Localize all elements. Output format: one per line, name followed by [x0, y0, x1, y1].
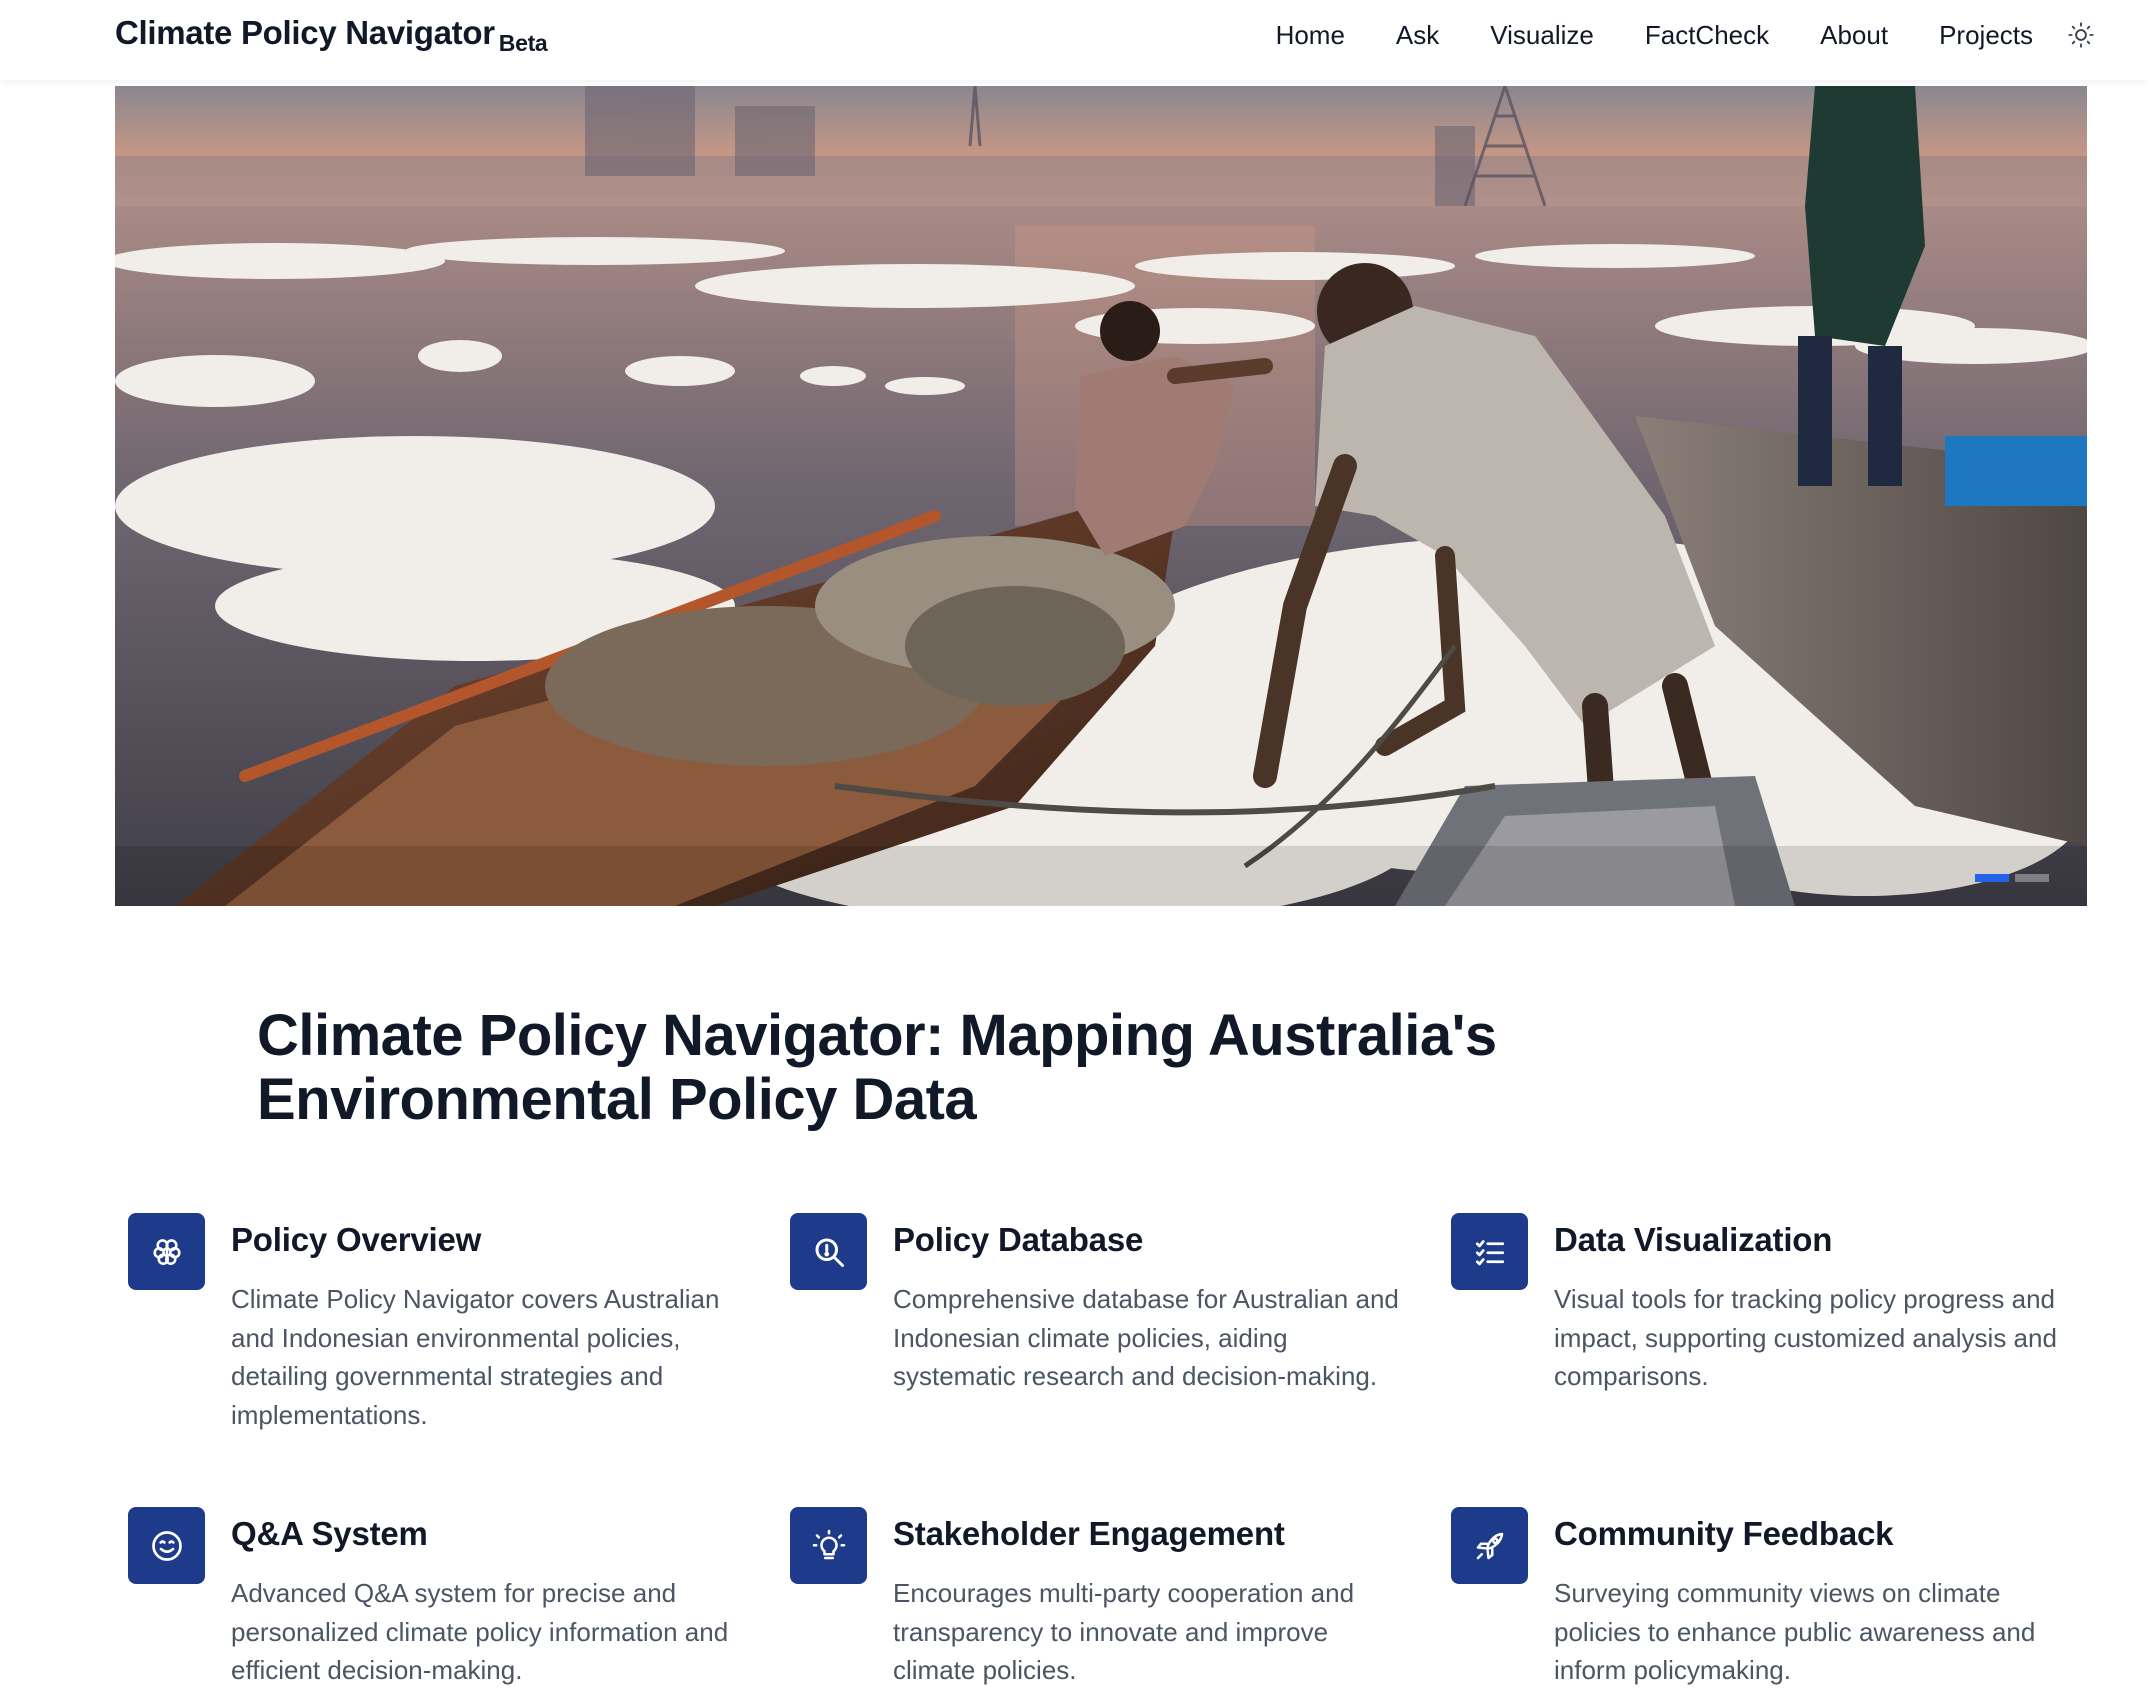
feature-title: Community Feedback	[1554, 1515, 1894, 1552]
feature-description: Visual tools for tracking policy progres…	[1554, 1284, 2057, 1391]
feature-icon-box	[128, 1507, 205, 1584]
hero-image	[115, 86, 2087, 906]
feature-description: Comprehensive database for Australian an…	[893, 1284, 1399, 1391]
feature-title: Policy Database	[893, 1221, 1144, 1258]
feature-description: Climate Policy Navigator covers Australi…	[231, 1284, 720, 1430]
lightbulb-icon	[812, 1529, 845, 1559]
carousel-dot-1[interactable]	[1975, 874, 2009, 882]
top-nav-bar: Climate Policy Navigator Beta Home Ask Vi…	[0, 0, 2148, 80]
theme-toggle-button[interactable]	[2064, 18, 2098, 52]
feature-icon-box	[790, 1507, 867, 1584]
search-icon	[815, 1238, 844, 1267]
feature-title: Data Visualization	[1554, 1221, 1833, 1258]
main-nav: Home Ask Visualize FactCheck About Proje…	[1276, 0, 2033, 70]
nav-home[interactable]: Home	[1276, 20, 1345, 51]
feature-description: Encourages multi-party cooperation and t…	[893, 1578, 1355, 1685]
nav-visualize[interactable]: Visualize	[1490, 20, 1594, 51]
brain-icon	[152, 1238, 181, 1265]
sun-icon	[2068, 22, 2094, 48]
page-headline: Climate Policy Navigator: Mapping Austra…	[257, 1003, 1497, 1132]
checklist-icon	[1475, 1239, 1504, 1265]
feature-icon-box	[790, 1213, 867, 1290]
beta-badge: Beta	[498, 30, 548, 56]
feature-title: Q&A System	[231, 1515, 428, 1552]
nav-projects[interactable]: Projects	[1939, 20, 2033, 51]
hero-carousel[interactable]	[115, 86, 2087, 906]
nav-about[interactable]: About	[1820, 20, 1888, 51]
feature-icon-box	[1451, 1507, 1528, 1584]
nav-ask[interactable]: Ask	[1396, 20, 1439, 51]
carousel-dot-2[interactable]	[2015, 874, 2049, 882]
feature-icon-box	[1451, 1213, 1528, 1290]
feature-title: Policy Overview	[231, 1221, 482, 1258]
feature-description: Advanced Q&A system for precise and pers…	[231, 1578, 729, 1685]
brand-logo-link[interactable]: Climate Policy Navigator Beta	[115, 14, 548, 56]
feature-title: Stakeholder Engagement	[893, 1515, 1285, 1552]
smile-icon	[151, 1530, 182, 1561]
rocket-icon	[1476, 1532, 1503, 1559]
brand-name: Climate Policy Navigator	[115, 14, 495, 51]
nav-factcheck[interactable]: FactCheck	[1645, 20, 1769, 51]
feature-icon-box	[128, 1213, 205, 1290]
carousel-indicators	[1969, 874, 2049, 882]
feature-description: Surveying community views on climate pol…	[1554, 1578, 2036, 1685]
